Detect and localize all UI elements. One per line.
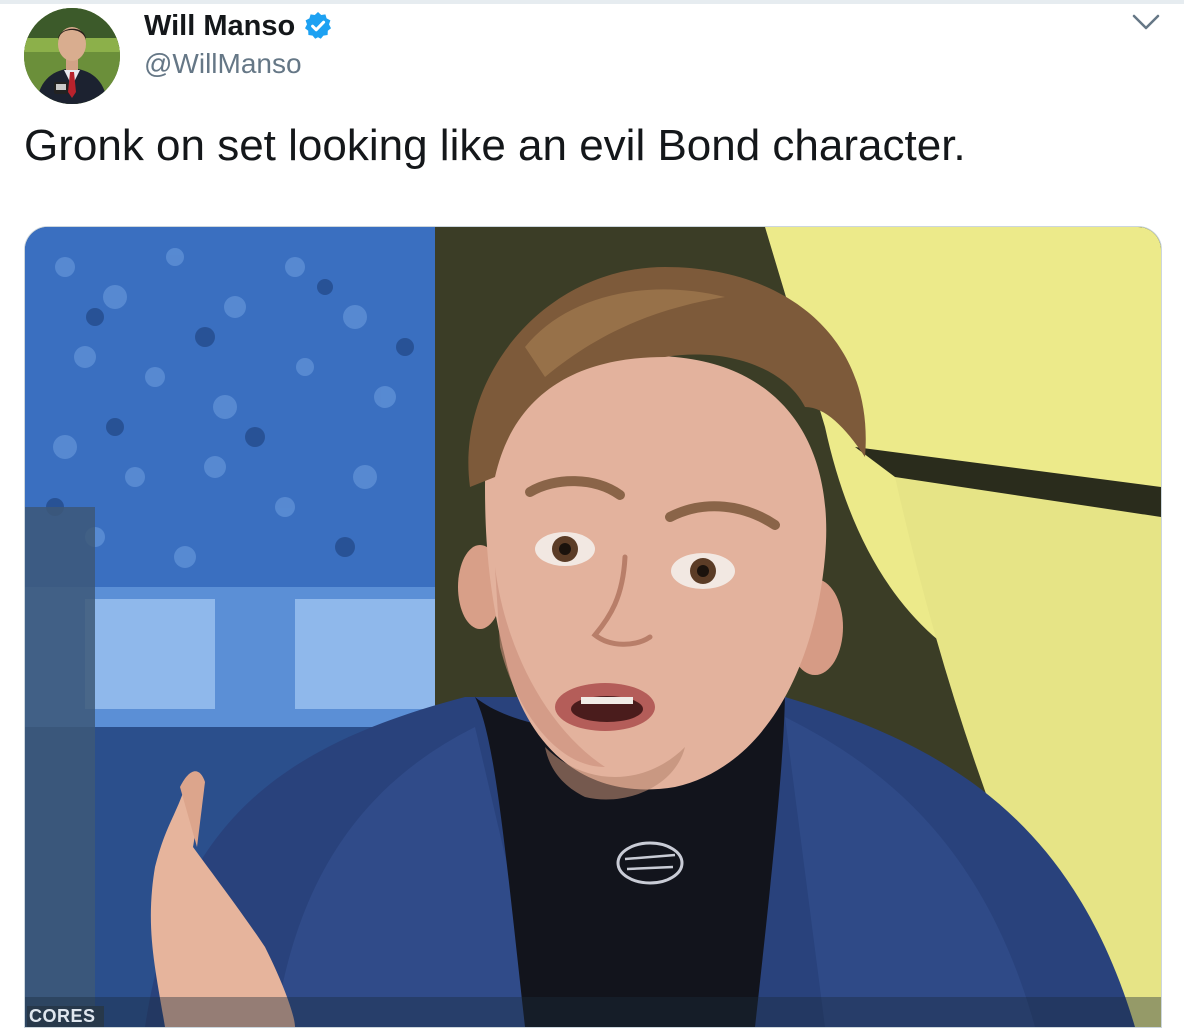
verified-badge-icon — [303, 11, 333, 41]
author-display-name[interactable]: Will Manso — [144, 10, 295, 43]
author-name-row: Will Manso — [144, 8, 333, 44]
author-handle[interactable]: @WillManso — [144, 48, 302, 80]
tweet-text: Gronk on set looking like an evil Bond c… — [24, 121, 966, 170]
author-avatar[interactable] — [24, 8, 120, 104]
avatar-image — [24, 8, 120, 104]
media-overlay-text: CORES — [27, 1006, 104, 1027]
tweet-top-divider — [0, 0, 1184, 4]
tweet-media-image[interactable]: CORES — [24, 226, 1162, 1028]
chevron-down-icon[interactable] — [1128, 8, 1164, 36]
media-photo — [25, 227, 1161, 1027]
